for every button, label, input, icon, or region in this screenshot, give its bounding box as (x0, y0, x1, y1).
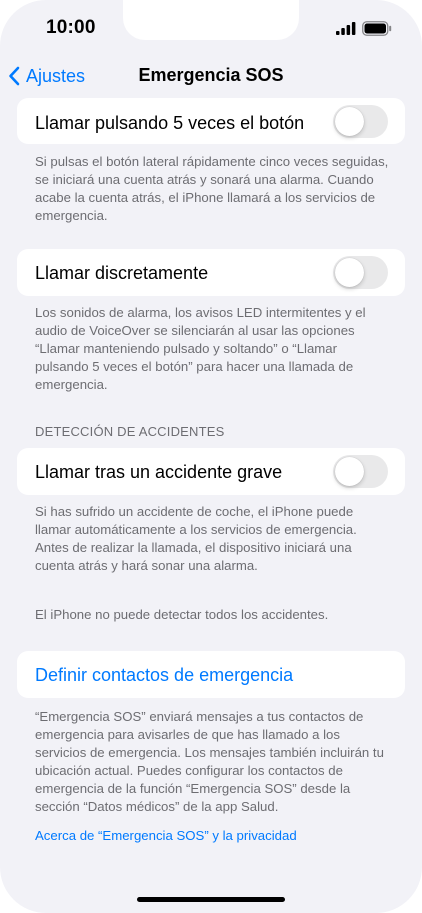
page-title: Emergencia SOS (138, 65, 284, 85)
settings-row-call-quietly[interactable]: Llamar discretamente (17, 249, 405, 296)
footnote-call-quietly: Los sonidos de alarma, los avisos LED in… (35, 305, 366, 392)
row-label: Llamar tras un accidente grave (35, 462, 283, 482)
dynamic-notch (123, 0, 299, 40)
call-5-presses-toggle[interactable] (333, 105, 388, 138)
call-after-crash-toggle[interactable] (333, 455, 388, 488)
settings-row-call-after-crash[interactable]: Llamar tras un accidente grave (17, 448, 405, 495)
footnote-call-5-presses: Si pulsas el botón lateral rápidamente c… (35, 154, 389, 223)
status-bar: 10:00 (0, 0, 422, 56)
row-label: Llamar discretamente (35, 263, 209, 283)
toggle-knob (335, 457, 364, 486)
phone-screen: 10:00 Ajustes Emergencia SOS Llamar puls… (0, 0, 422, 913)
navigation-bar: Ajustes Emergencia SOS (0, 56, 422, 96)
privacy-link[interactable]: Acerca de “Emergencia SOS” y la privacid… (35, 828, 297, 843)
footnote-crash-detection: Si has sufrido un accidente de coche, el… (35, 504, 357, 573)
home-indicator[interactable] (137, 897, 285, 902)
battery-icon (362, 21, 392, 36)
footnote-crash-limitation: El iPhone no puede detectar todos los ac… (35, 607, 329, 622)
row-label: Llamar pulsando 5 veces el botón (35, 113, 305, 133)
toggle-knob (335, 258, 364, 287)
call-quietly-toggle[interactable] (333, 256, 388, 289)
cellular-signal-icon (336, 22, 356, 35)
footnote-emergency-contacts: “Emergencia SOS” enviará mensajes a tus … (35, 709, 384, 814)
settings-row-call-5-presses[interactable]: Llamar pulsando 5 veces el botón (17, 98, 405, 144)
define-emergency-contacts-link[interactable]: Definir contactos de emergencia (35, 665, 293, 686)
section-header-crash-detection: DETECCIÓN DE ACCIDENTES (35, 424, 225, 439)
toggle-knob (335, 107, 364, 136)
settings-row-emergency-contacts[interactable]: Definir contactos de emergencia (17, 651, 405, 698)
status-time: 10:00 (46, 17, 96, 38)
